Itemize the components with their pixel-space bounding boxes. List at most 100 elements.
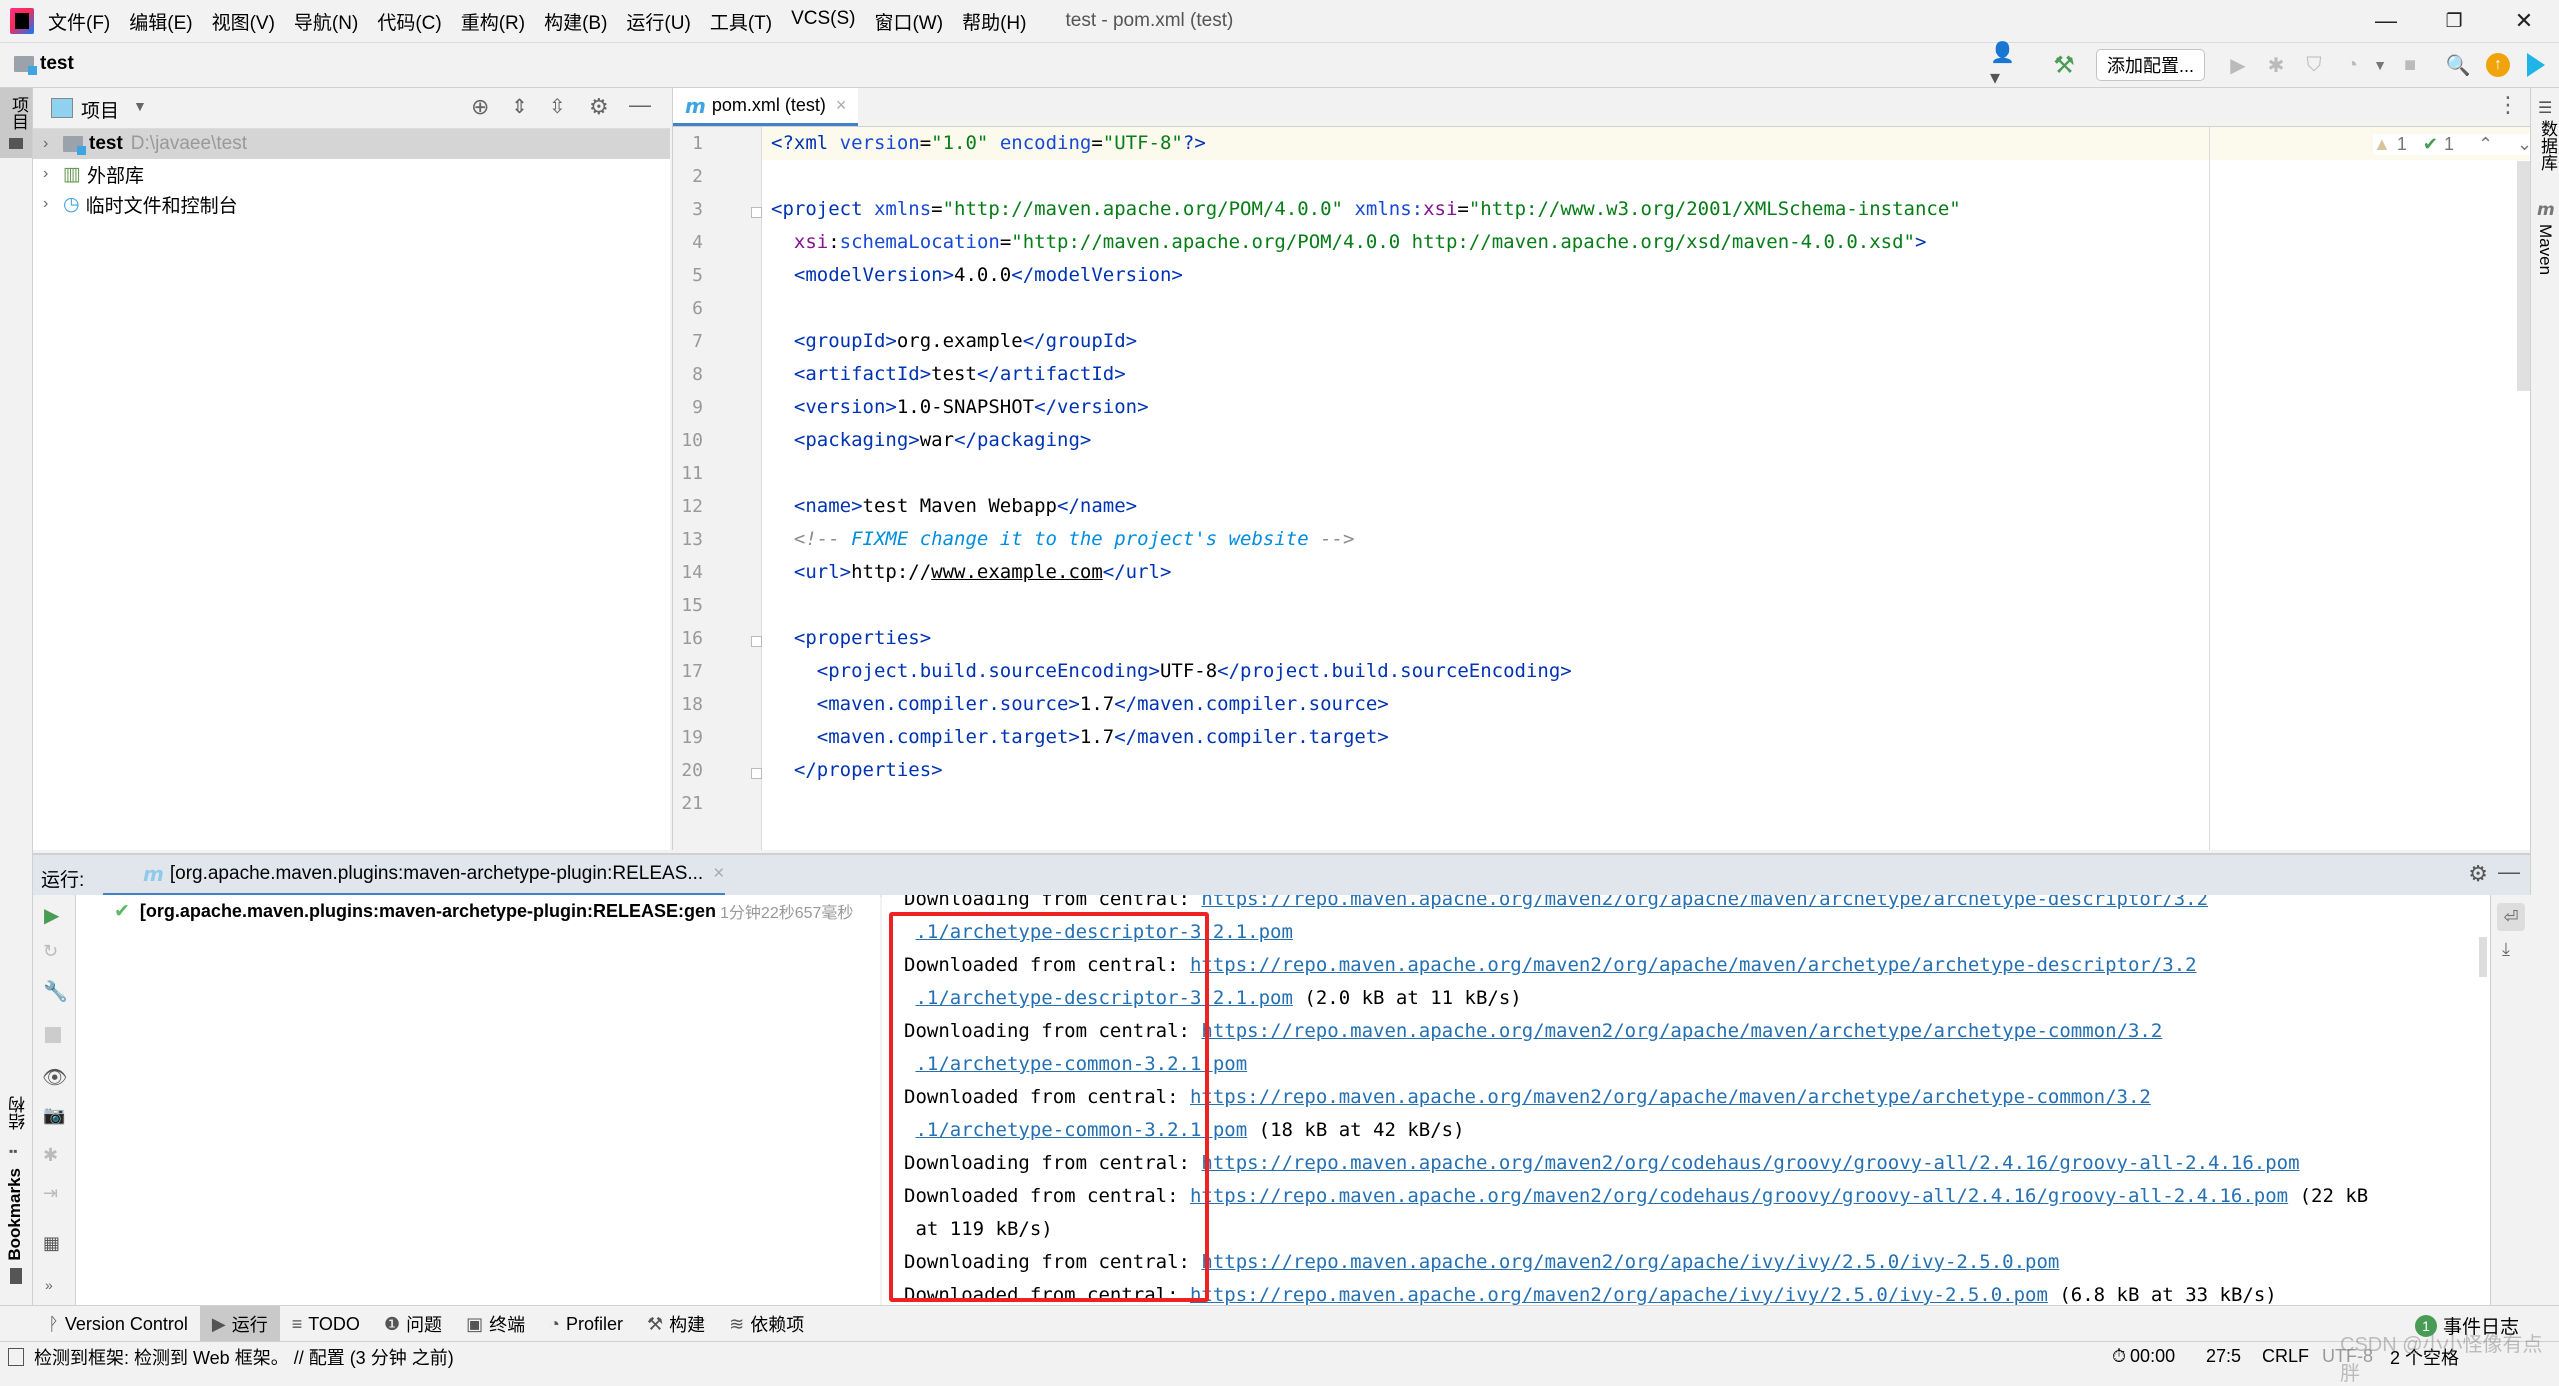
soft-wrap-icon[interactable]: ⏎ [2497, 903, 2525, 931]
close-run-tab-icon[interactable]: × [713, 863, 724, 885]
scroll-to-end-icon[interactable]: ⤓ [2502, 939, 2510, 960]
previous-highlight-icon[interactable]: ⌃ [2478, 134, 2493, 155]
tool-tab-problems[interactable]: ❶ 问题 [372, 1306, 454, 1342]
code-line[interactable]: <version>1.0-SNAPSHOT</version> [771, 391, 1149, 424]
tool-tab-build[interactable]: ⚒ 构建 [635, 1306, 717, 1342]
run-settings-gear-icon[interactable]: ⚙ [2468, 861, 2488, 887]
code-line[interactable]: <url>http://www.example.com</url> [771, 556, 1172, 589]
rerun-icon[interactable]: ▶ [44, 903, 59, 928]
layout-icon[interactable]: ▦ [43, 1233, 60, 1254]
caret-position[interactable]: 27:5 [2206, 1346, 2241, 1367]
run-tab[interactable]: m [org.apache.maven.plugins:maven-archet… [103, 855, 725, 896]
console-link[interactable]: https://repo.maven.apache.org/maven2/org… [1201, 1020, 2162, 1042]
more-tools-icon[interactable]: » [45, 1277, 53, 1293]
console-link[interactable]: https://repo.maven.apache.org/maven2/org… [1201, 1152, 2299, 1174]
console-link[interactable]: https://repo.maven.apache.org/maven2/org… [1201, 895, 2208, 910]
console-scrollbar[interactable] [2479, 937, 2487, 977]
console-link[interactable]: https://repo.maven.apache.org/maven2/org… [1190, 1086, 2151, 1108]
menu-item[interactable]: 运行(U) [626, 8, 690, 35]
status-toggle-icon[interactable] [8, 1347, 24, 1366]
user-icon[interactable]: 👤▾ [1990, 42, 2018, 89]
locate-file-icon[interactable]: ⊕ [471, 94, 489, 120]
console-link[interactable]: https://repo.maven.apache.org/maven2/org… [1190, 1185, 2288, 1207]
bookmarks-tool-tab[interactable]: Bookmarks [0, 1168, 32, 1288]
code-line[interactable]: <groupId>org.example</groupId> [771, 325, 1137, 358]
line-separator[interactable]: CRLF [2262, 1346, 2309, 1367]
console-link[interactable]: https://repo.maven.apache.org/maven2/org… [1201, 1251, 2059, 1273]
tab-pom-xml[interactable]: m pom.xml (test) × [673, 88, 859, 126]
tree-item[interactable]: › test D:\javaee\test [33, 129, 670, 159]
code-with-me-icon[interactable] [2522, 51, 2550, 79]
code-line[interactable]: <project xmlns="http://maven.apache.org/… [771, 193, 1961, 226]
code-line[interactable]: <maven.compiler.target>1.7</maven.compil… [771, 721, 1389, 754]
settings-gear-icon[interactable]: ⚙ [589, 94, 609, 120]
fold-marker-icon[interactable] [751, 636, 762, 647]
status-message[interactable]: 检测到框架: 检测到 Web 框架。 // 配置 (3 分钟 之前) [34, 1344, 454, 1370]
run-tree-item[interactable]: ✔ [org.apache.maven.plugins:maven-archet… [114, 899, 874, 923]
wrench-icon[interactable]: 🔧 [43, 979, 68, 1004]
code-line[interactable]: <artifactId>test</artifactId> [771, 358, 1126, 391]
menu-item[interactable]: 编辑(E) [129, 8, 192, 35]
expand-chevron-icon[interactable]: › [43, 135, 63, 153]
debug-bug-icon[interactable]: ✱ [43, 1145, 58, 1166]
close-tab-icon[interactable]: × [836, 95, 847, 116]
menu-item[interactable]: VCS(S) [791, 8, 855, 35]
run-options-chevron-icon[interactable]: ▼ [2366, 51, 2394, 79]
menu-item[interactable]: 导航(N) [294, 8, 358, 35]
menu-item[interactable]: 文件(F) [48, 8, 110, 35]
debug-icon[interactable]: ✱ [2262, 51, 2290, 79]
minimize-button[interactable]: — [2356, 0, 2416, 42]
menu-item[interactable]: 代码(C) [377, 8, 441, 35]
database-tool-tab[interactable]: ☰ 数据库 [2531, 98, 2559, 188]
stop-run-icon[interactable] [45, 1027, 61, 1043]
code-line[interactable]: <name>test Maven Webapp</name> [771, 490, 1137, 523]
tree-item[interactable]: › ◷ 临时文件和控制台 [33, 189, 670, 219]
breadcrumb-project[interactable]: test [40, 53, 74, 75]
project-view-selector[interactable]: 项目 [81, 96, 119, 123]
import-icon[interactable]: ⇥ [43, 1183, 58, 1204]
view-dropdown-chevron-icon[interactable]: ▼ [133, 98, 147, 114]
expand-chevron-icon[interactable]: › [43, 165, 63, 183]
code-line[interactable]: <maven.compiler.source>1.7</maven.compil… [771, 688, 1389, 721]
code-line[interactable]: <project.build.sourceEncoding>UTF-8</pro… [771, 655, 1572, 688]
more-options-icon[interactable]: ⋮ [2497, 92, 2519, 118]
inspection-widget[interactable]: ▲ 1 ✔ 1 ⌃ ⌄ [2373, 134, 2533, 155]
build-hammer-icon[interactable]: ⚒ [2050, 51, 2078, 79]
project-tool-tab[interactable]: 项目 [0, 88, 32, 158]
camera-icon[interactable]: 📷 [43, 1105, 65, 1126]
code-line[interactable]: <?xml version="1.0" encoding="UTF-8"?> [771, 127, 1206, 160]
add-configuration-button[interactable]: 添加配置... [2096, 49, 2206, 81]
expand-all-icon[interactable]: ⇕ [511, 94, 528, 119]
collapse-all-icon[interactable]: ⇳ [549, 94, 566, 119]
code-line[interactable]: </properties> [771, 754, 943, 787]
stop-icon[interactable]: ■ [2396, 51, 2424, 79]
coverage-icon[interactable]: ⛉ [2300, 51, 2328, 79]
update-icon[interactable]: ↑ [2484, 51, 2512, 79]
close-button[interactable]: ✕ [2494, 0, 2554, 42]
menu-item[interactable]: 重构(R) [461, 8, 525, 35]
fold-marker-icon[interactable] [751, 768, 762, 779]
tree-item[interactable]: › ▥ 外部库 [33, 159, 670, 189]
structure-tool-tab[interactable]: 结构 ▪▪ [0, 1088, 32, 1168]
menu-item[interactable]: 构建(B) [544, 8, 607, 35]
expand-chevron-icon[interactable]: › [43, 195, 63, 213]
tool-tab-version-control[interactable]: ᚹ Version Control [36, 1306, 200, 1342]
editor-scrollbar[interactable] [2517, 161, 2531, 391]
menu-item[interactable]: 窗口(W) [874, 8, 943, 35]
profile-icon[interactable]: ◔ [2338, 51, 2366, 79]
console-link[interactable]: https://repo.maven.apache.org/maven2/org… [1190, 1284, 2048, 1305]
code-line[interactable]: <packaging>war</packaging> [771, 424, 1091, 457]
tool-tab-terminal[interactable]: ▣ 终端 [454, 1306, 537, 1342]
code-line[interactable]: <modelVersion>4.0.0</modelVersion> [771, 259, 1183, 292]
run-icon[interactable]: ▶ [2224, 51, 2252, 79]
tool-tab-dependencies[interactable]: ≋ 依赖项 [717, 1306, 816, 1342]
hide-run-panel-icon[interactable]: — [2498, 859, 2520, 885]
code-line[interactable]: <!-- FIXME change it to the project's we… [771, 523, 1355, 556]
rerun-failed-icon[interactable]: ↻ [43, 941, 58, 962]
menu-item[interactable]: 工具(T) [710, 8, 772, 35]
console-link[interactable]: https://repo.maven.apache.org/maven2/org… [1190, 954, 2197, 976]
code-line[interactable]: xsi:schemaLocation="http://maven.apache.… [771, 226, 1927, 259]
tool-tab-run[interactable]: ▶ 运行 [199, 1306, 280, 1342]
breadcrumb[interactable]: test [14, 53, 74, 75]
hide-panel-icon[interactable]: — [629, 92, 651, 118]
